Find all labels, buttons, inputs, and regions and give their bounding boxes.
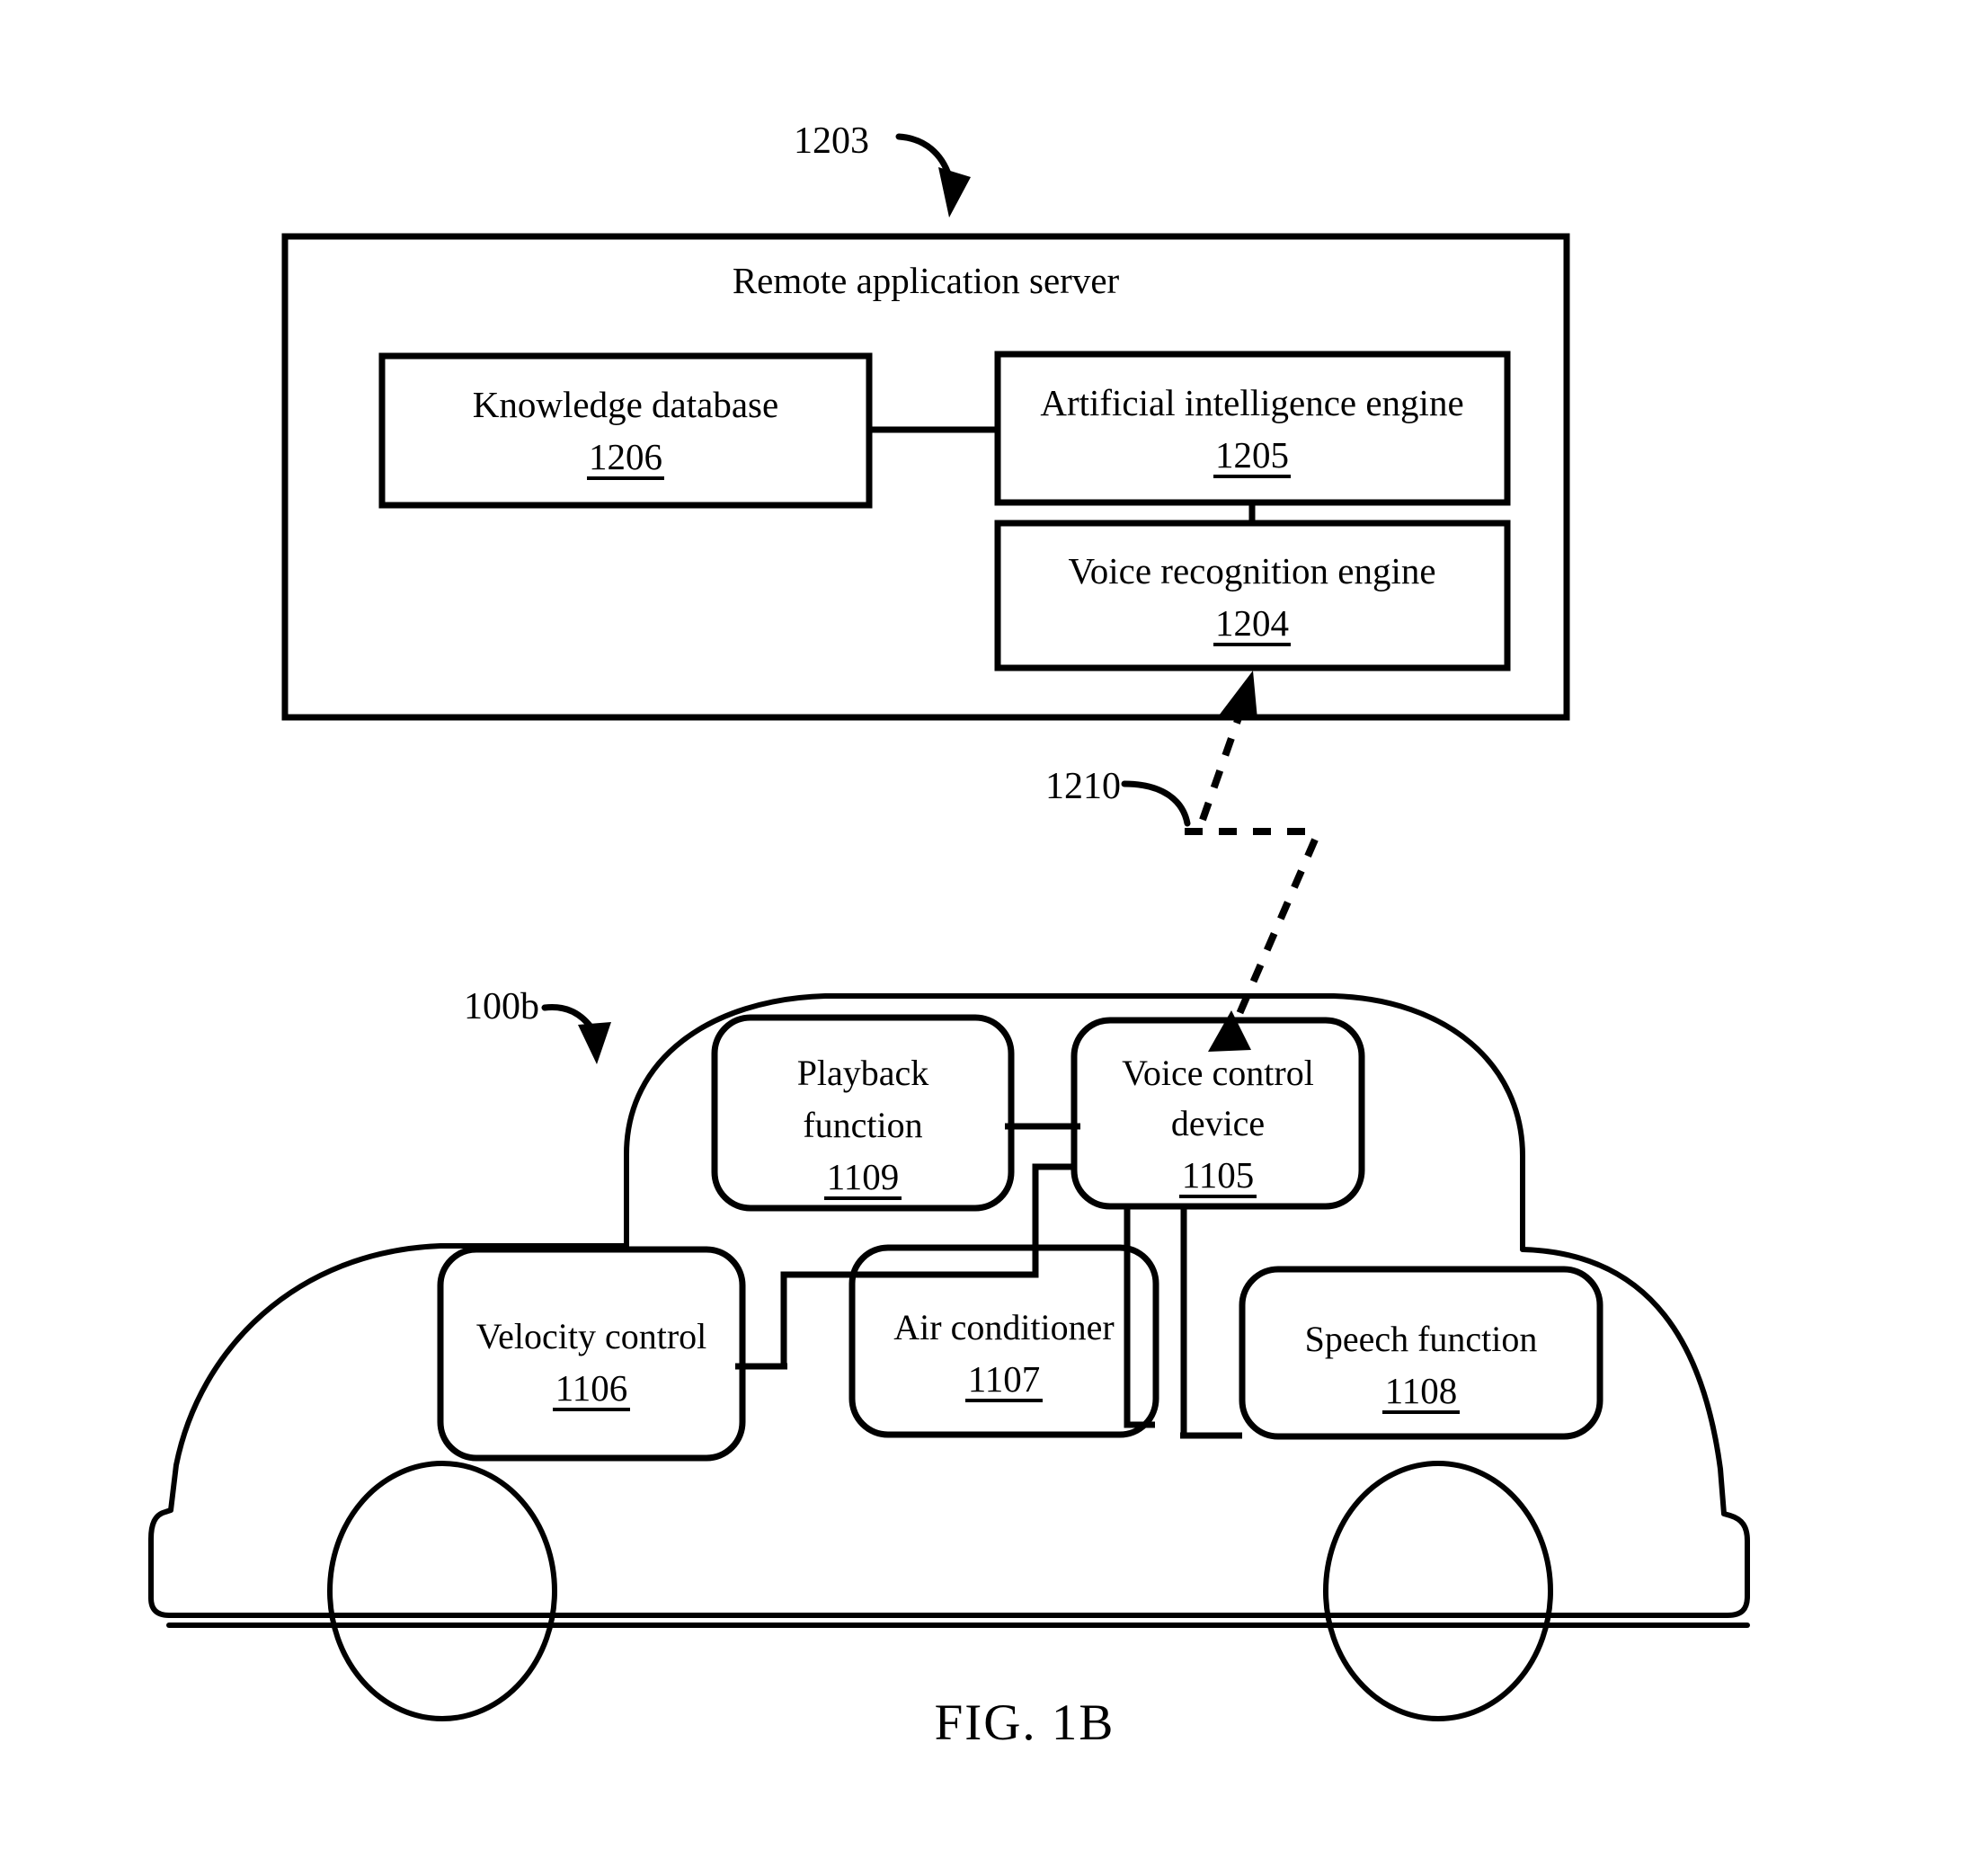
patent-figure-1b: 1203 Remote application server Knowledge… bbox=[0, 0, 1981, 1876]
server-title: Remote application server bbox=[733, 260, 1120, 301]
playback-function-label-line1: Playback bbox=[797, 1053, 929, 1093]
speech-function-label: Speech function bbox=[1305, 1319, 1538, 1359]
knowledge-database-box[interactable] bbox=[378, 352, 873, 509]
ai-engine-ref: 1205 bbox=[1215, 434, 1289, 476]
block-speech-function[interactable]: Speech function 1108 bbox=[1239, 1266, 1603, 1440]
server-ref-label: 1203 bbox=[794, 120, 869, 162]
block-voice-recognition-engine[interactable]: Voice recognition engine 1204 bbox=[994, 520, 1511, 671]
vehicle-leader-arrowhead bbox=[578, 1022, 611, 1064]
voice-control-device-label-line1: Voice control bbox=[1122, 1053, 1314, 1093]
car-body-outline bbox=[148, 1243, 1750, 1618]
knowledge-database-ref: 1206 bbox=[589, 436, 662, 477]
velocity-control-label: Velocity control bbox=[476, 1316, 707, 1356]
block-knowledge-database[interactable]: Knowledge database 1206 bbox=[378, 352, 873, 509]
voice-control-device-label-line2: device bbox=[1171, 1103, 1265, 1143]
connector-1105-1108 bbox=[1180, 1206, 1242, 1439]
block-velocity-control[interactable]: Velocity control 1106 bbox=[437, 1246, 746, 1462]
figure-caption: FIG. 1B bbox=[935, 1694, 1115, 1751]
remote-application-server: Remote application server Knowledge data… bbox=[281, 233, 1570, 721]
server-reference-leader: 1203 bbox=[794, 120, 971, 218]
block-playback-function[interactable]: Playback function 1109 bbox=[711, 1014, 1015, 1212]
link-segment-upper bbox=[1199, 708, 1245, 822]
playback-function-label-line2: function bbox=[803, 1105, 922, 1145]
playback-function-ref: 1109 bbox=[827, 1156, 899, 1197]
velocity-control-ref: 1106 bbox=[555, 1367, 627, 1409]
server-leader-arrowhead bbox=[938, 167, 971, 218]
knowledge-database-label: Knowledge database bbox=[473, 384, 778, 425]
block-ai-engine[interactable]: Artificial intelligence engine 1205 bbox=[994, 351, 1511, 506]
connector-1105-1107 bbox=[1124, 1206, 1155, 1428]
voice-recognition-engine-ref: 1204 bbox=[1215, 602, 1289, 644]
link-segment-lower bbox=[1235, 838, 1319, 1018]
vehicle-ref-label: 100b bbox=[464, 986, 539, 1027]
ai-engine-label: Artificial intelligence engine bbox=[1040, 382, 1463, 423]
vehicle-reference-leader: 100b bbox=[464, 986, 611, 1064]
voice-recognition-engine-label: Voice recognition engine bbox=[1068, 550, 1435, 591]
server-box-outline bbox=[281, 233, 1570, 721]
air-conditioner-ref: 1107 bbox=[968, 1358, 1040, 1400]
link-arrowhead-down bbox=[1208, 1010, 1251, 1052]
voice-control-device-ref: 1105 bbox=[1182, 1154, 1254, 1196]
link-ref-label: 1210 bbox=[1045, 766, 1121, 807]
air-conditioner-label: Air conditioner bbox=[893, 1307, 1115, 1347]
car-wheel-front bbox=[327, 1461, 557, 1721]
car-wheel-rear bbox=[1323, 1461, 1553, 1721]
speech-function-ref: 1108 bbox=[1385, 1370, 1457, 1411]
figure-canvas: 1203 Remote application server Knowledge… bbox=[148, 120, 1750, 1751]
ai-engine-box[interactable] bbox=[994, 351, 1511, 506]
link-leader-curve bbox=[1121, 780, 1191, 827]
